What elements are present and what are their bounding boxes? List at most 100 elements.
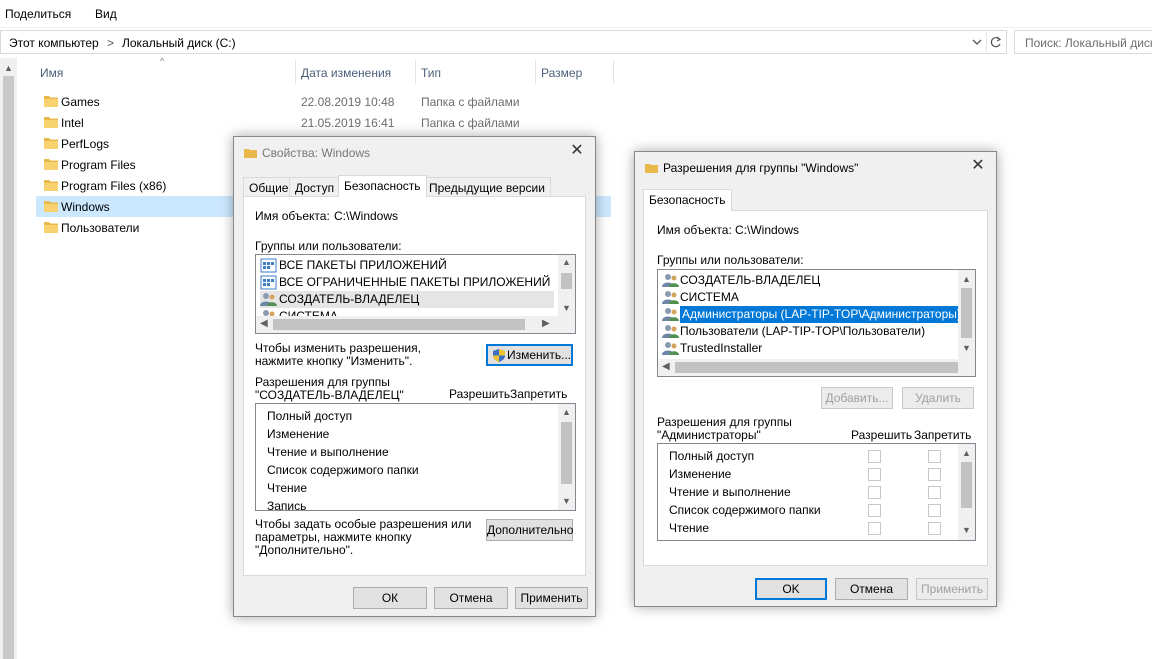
permissions-vertical-scrollbar[interactable]: ▲ ▼ — [558, 404, 575, 510]
permissions-list[interactable]: Полный доступ Изменение Чтение и выполне… — [255, 403, 576, 511]
close-icon[interactable]: ✕ — [968, 156, 988, 176]
tab-general[interactable]: Общие — [243, 177, 295, 197]
scroll-down-arrow-icon[interactable]: ▼ — [562, 496, 571, 506]
scroll-up-arrow-icon[interactable]: ▲ — [562, 407, 571, 417]
scroll-up-arrow-icon[interactable]: ▲ — [562, 257, 571, 267]
scroll-up-arrow-icon[interactable]: ▲ — [962, 274, 971, 284]
scroll-down-arrow-icon[interactable]: ▼ — [562, 303, 571, 313]
users-icon — [662, 325, 679, 338]
file-name: Program Files (x86) — [61, 179, 167, 193]
scrollbar-thumb[interactable] — [675, 362, 958, 373]
change-hint-line1: Чтобы изменить разрешения, — [255, 341, 421, 355]
navigation-pane-scrollbar[interactable]: ▲ — [0, 58, 17, 659]
scroll-left-arrow-icon[interactable]: ◀ — [260, 318, 268, 329]
column-date-header[interactable]: Дата изменения — [301, 66, 391, 80]
close-icon[interactable]: ✕ — [567, 141, 587, 161]
users-icon — [260, 293, 277, 306]
groups-horizontal-scrollbar[interactable]: ◀ — [658, 359, 975, 376]
groups-horizontal-scrollbar[interactable]: ◀ ▶ — [256, 316, 575, 333]
deny-checkbox[interactable] — [928, 540, 941, 541]
groups-list[interactable]: ВСЕ ПАКЕТЫ ПРИЛОЖЕНИЙ ВСЕ ОГРАНИЧЕННЫЕ П… — [255, 254, 576, 334]
permissions-vertical-scrollbar[interactable]: ▲ ▼ — [958, 444, 975, 540]
list-item[interactable]: TrustedInstaller — [662, 340, 957, 357]
scroll-down-arrow-icon[interactable]: ▼ — [962, 525, 971, 535]
column-divider[interactable] — [535, 60, 536, 84]
file-row[interactable]: Games 22.08.2019 10:48 Папка с файлами — [36, 91, 611, 112]
cancel-button[interactable]: Отмена — [835, 578, 908, 600]
tab-security[interactable]: Безопасность — [643, 189, 732, 211]
remove-button[interactable]: Удалить — [902, 387, 974, 409]
deny-column-header: Запретить — [510, 387, 568, 401]
column-divider[interactable] — [295, 60, 296, 84]
folder-icon — [44, 159, 58, 170]
ok-button[interactable]: OK — [755, 578, 827, 600]
scroll-down-arrow-icon[interactable]: ▼ — [962, 343, 971, 353]
change-button[interactable]: Изменить... — [486, 344, 573, 366]
list-item[interactable]: Пользователи (LAP-TIP-TOP\Пользователи) — [662, 323, 957, 340]
breadcrumb-local-disk[interactable]: Локальный диск (C:) — [122, 36, 236, 50]
file-name: PerfLogs — [61, 137, 110, 151]
list-item[interactable]: СОЗДАТЕЛЬ-ВЛАДЕЛЕЦ — [662, 272, 957, 289]
users-icon — [662, 308, 679, 321]
address-bar[interactable]: Этот компьютер > Локальный диск (C:) — [0, 30, 1007, 54]
groups-vertical-scrollbar[interactable]: ▲ ▼ — [558, 255, 575, 318]
list-item[interactable]: ВСЕ ПАКЕТЫ ПРИЛОЖЕНИЙ — [260, 257, 554, 274]
list-item[interactable]: Администраторы (LAP-TIP-TOP\Администрато… — [662, 306, 961, 323]
scroll-up-arrow-icon[interactable]: ▲ — [962, 448, 971, 458]
tab-previous-versions[interactable]: Предыдущие версии — [423, 177, 551, 197]
scrollbar-thumb[interactable] — [561, 422, 572, 484]
column-headers: Имя Дата изменения Тип Размер — [0, 58, 620, 86]
advanced-button[interactable]: Дополнительно — [486, 519, 573, 541]
apply-button[interactable]: Применить — [916, 578, 988, 600]
deny-checkbox[interactable] — [928, 450, 941, 463]
list-item[interactable]: СИСТЕМА — [662, 289, 957, 306]
search-input[interactable]: Поиск: Локальный диск — [1014, 30, 1152, 54]
scrollbar-thumb[interactable] — [561, 273, 572, 289]
scrollbar-thumb[interactable] — [961, 288, 972, 338]
allow-checkbox[interactable] — [868, 504, 881, 517]
column-divider[interactable] — [415, 60, 416, 84]
permissions-list[interactable]: Полный доступ Изменение Чтение и выполне… — [657, 443, 976, 541]
cancel-button[interactable]: Отмена — [434, 587, 508, 609]
object-name-label: Имя объекта: — [657, 223, 732, 237]
column-divider[interactable] — [613, 60, 614, 84]
breadcrumb-separator[interactable]: > — [107, 36, 114, 50]
add-button[interactable]: Добавить... — [821, 387, 893, 409]
column-size-header[interactable]: Размер — [541, 66, 582, 80]
ribbon-share-tab[interactable]: Поделиться — [5, 7, 71, 21]
allow-checkbox[interactable] — [868, 450, 881, 463]
ok-button[interactable]: ОК — [353, 587, 427, 609]
scrollbar-thumb[interactable] — [273, 319, 525, 330]
dialog-title: Разрешения для группы "Windows" — [663, 161, 859, 175]
deny-checkbox[interactable] — [928, 486, 941, 499]
allow-checkbox[interactable] — [868, 468, 881, 481]
groups-vertical-scrollbar[interactable]: ▲ ▼ — [958, 270, 975, 359]
address-history-chevron-icon[interactable] — [970, 33, 984, 51]
scrollbar-thumb[interactable] — [961, 462, 972, 508]
permission-name: Полный доступ — [267, 409, 353, 423]
column-name-header[interactable]: Имя — [40, 66, 63, 80]
deny-checkbox[interactable] — [928, 522, 941, 535]
scrollbar-thumb[interactable] — [3, 76, 14, 659]
allow-checkbox[interactable] — [868, 522, 881, 535]
allow-checkbox[interactable] — [868, 540, 881, 541]
group-name: СОЗДАТЕЛЬ-ВЛАДЕЛЕЦ — [680, 273, 821, 287]
column-type-header[interactable]: Тип — [421, 66, 441, 80]
allow-checkbox[interactable] — [868, 486, 881, 499]
deny-checkbox[interactable] — [928, 504, 941, 517]
properties-dialog: Свойства: Windows ✕ Общие Доступ Безопас… — [233, 136, 596, 617]
file-row[interactable]: Intel 21.05.2019 16:41 Папка с файлами — [36, 112, 611, 133]
ribbon-view-tab[interactable]: Вид — [95, 7, 117, 21]
scroll-right-arrow-icon[interactable]: ▶ — [542, 318, 550, 329]
breadcrumb-this-pc[interactable]: Этот компьютер — [9, 36, 99, 50]
scroll-left-arrow-icon[interactable]: ◀ — [662, 361, 670, 372]
groups-list[interactable]: СОЗДАТЕЛЬ-ВЛАДЕЛЕЦ СИСТЕМА Администратор… — [657, 269, 976, 377]
tab-sharing[interactable]: Доступ — [289, 177, 341, 197]
deny-checkbox[interactable] — [928, 468, 941, 481]
refresh-icon[interactable] — [986, 32, 1004, 52]
folder-icon — [244, 149, 257, 158]
tab-security[interactable]: Безопасность — [338, 175, 427, 197]
list-item[interactable]: ВСЕ ОГРАНИЧЕННЫЕ ПАКЕТЫ ПРИЛОЖЕНИЙ — [260, 274, 554, 291]
list-item[interactable]: СОЗДАТЕЛЬ-ВЛАДЕЛЕЦ — [260, 291, 554, 308]
apply-button[interactable]: Применить — [515, 587, 588, 609]
